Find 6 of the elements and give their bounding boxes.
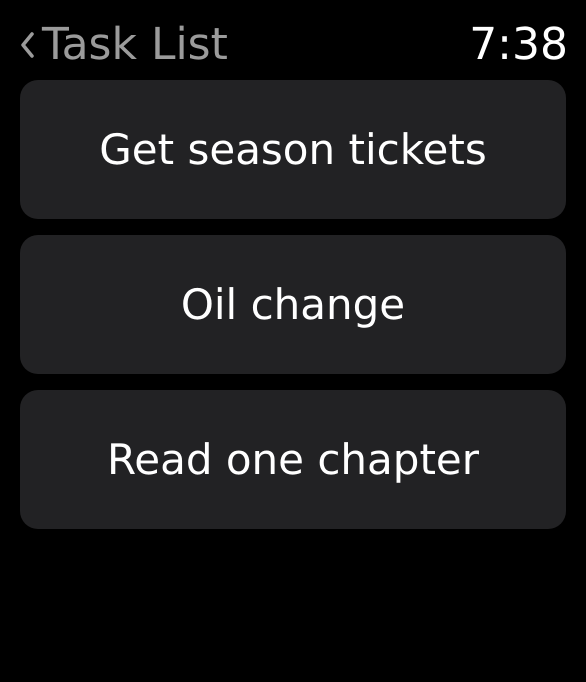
back-button[interactable]: Task List — [20, 23, 228, 67]
time: 7:38 — [469, 23, 568, 67]
task-button[interactable]: Get season tickets — [20, 80, 566, 219]
task-button[interactable]: Read one chapter — [20, 390, 566, 529]
task-button[interactable]: Oil change — [20, 235, 566, 374]
chevron-left-icon — [20, 32, 34, 58]
